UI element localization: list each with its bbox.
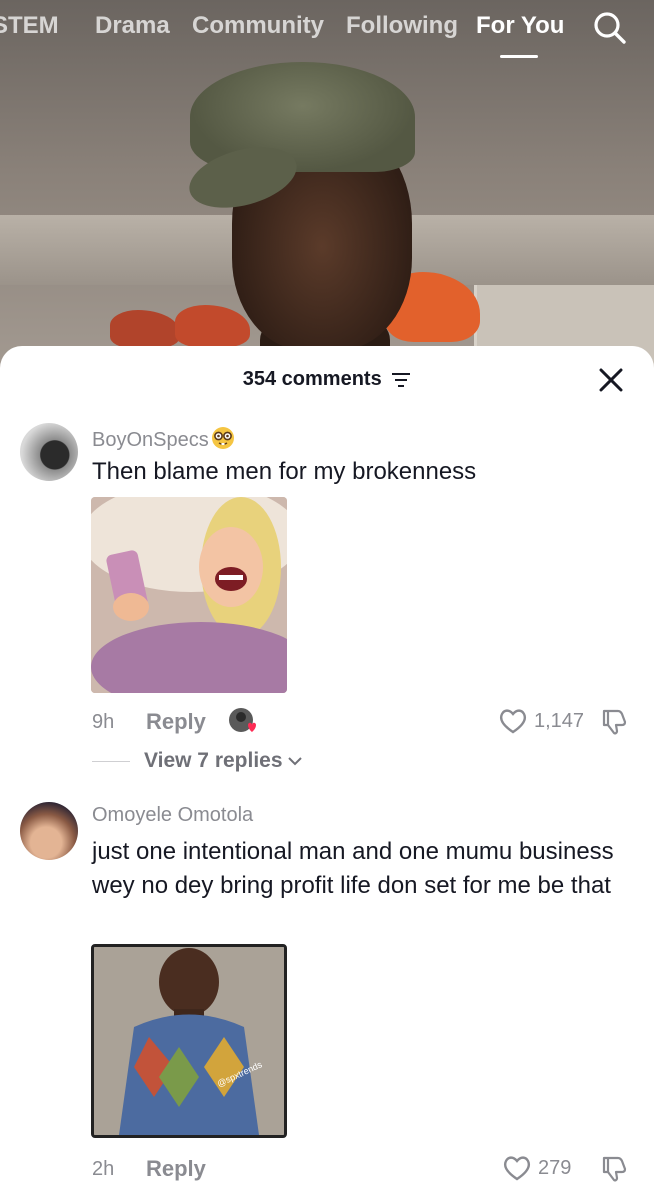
like-button[interactable]: 1,147 bbox=[498, 707, 584, 735]
comment-count[interactable]: 354 comments bbox=[0, 368, 654, 391]
active-tab-indicator bbox=[500, 55, 538, 58]
heart-icon bbox=[503, 1156, 531, 1181]
reply-button[interactable]: Reply bbox=[146, 1156, 206, 1182]
comment-time: 9h bbox=[92, 711, 115, 733]
dislike-icon[interactable] bbox=[598, 707, 628, 737]
sneaker bbox=[175, 305, 250, 347]
reply-button[interactable]: Reply bbox=[146, 709, 206, 735]
comment-image[interactable]: @spxtrends bbox=[91, 944, 287, 1138]
child-image: @spxtrends bbox=[94, 947, 284, 1135]
avatar[interactable] bbox=[20, 802, 78, 860]
creator-liked-icon bbox=[229, 708, 256, 732]
comment-meta: 2h Reply 279 bbox=[92, 1154, 632, 1186]
dislike-icon[interactable] bbox=[598, 1154, 628, 1184]
tab-stem[interactable]: STEM bbox=[0, 12, 59, 40]
sneaker bbox=[110, 310, 180, 348]
avatar[interactable] bbox=[20, 423, 78, 481]
tab-drama[interactable]: Drama bbox=[95, 12, 170, 40]
comments-header: 354 comments bbox=[0, 346, 654, 410]
heart-icon bbox=[499, 709, 527, 734]
comment-username[interactable]: BoyOnSpecs bbox=[92, 426, 235, 452]
laughing-woman-image bbox=[91, 497, 287, 693]
nerd-face-emoji-icon bbox=[211, 427, 234, 449]
comment-text: just one intentional man and one mumu bu… bbox=[92, 838, 614, 899]
filter-icon[interactable] bbox=[391, 371, 411, 389]
tab-community[interactable]: Community bbox=[192, 12, 324, 40]
view-replies-button[interactable]: View 7 replies bbox=[92, 749, 303, 773]
chevron-down-icon bbox=[287, 757, 302, 766]
like-count: 1,147 bbox=[534, 709, 585, 732]
comment-time: 2h bbox=[92, 1158, 115, 1180]
comment-meta: 9h Reply 1,147 bbox=[92, 707, 632, 739]
search-icon[interactable] bbox=[592, 10, 628, 46]
close-icon[interactable] bbox=[597, 366, 625, 394]
comment-username[interactable]: Omoyele Omotola bbox=[92, 804, 253, 827]
comment-text: Then blame men for my brokenness bbox=[92, 458, 477, 485]
tab-for-you[interactable]: For You bbox=[476, 12, 564, 40]
top-navigation: STEM Drama Community Following For You bbox=[0, 0, 654, 62]
like-button[interactable]: 279 bbox=[502, 1154, 571, 1182]
comment-count-label: 354 comments bbox=[242, 368, 382, 390]
username-text: BoyOnSpecs bbox=[92, 429, 209, 451]
comment-image[interactable] bbox=[91, 497, 287, 693]
tab-following[interactable]: Following bbox=[346, 12, 458, 40]
like-count: 279 bbox=[538, 1156, 572, 1179]
replies-divider bbox=[92, 760, 130, 762]
view-replies-label: View 7 replies bbox=[144, 749, 283, 772]
